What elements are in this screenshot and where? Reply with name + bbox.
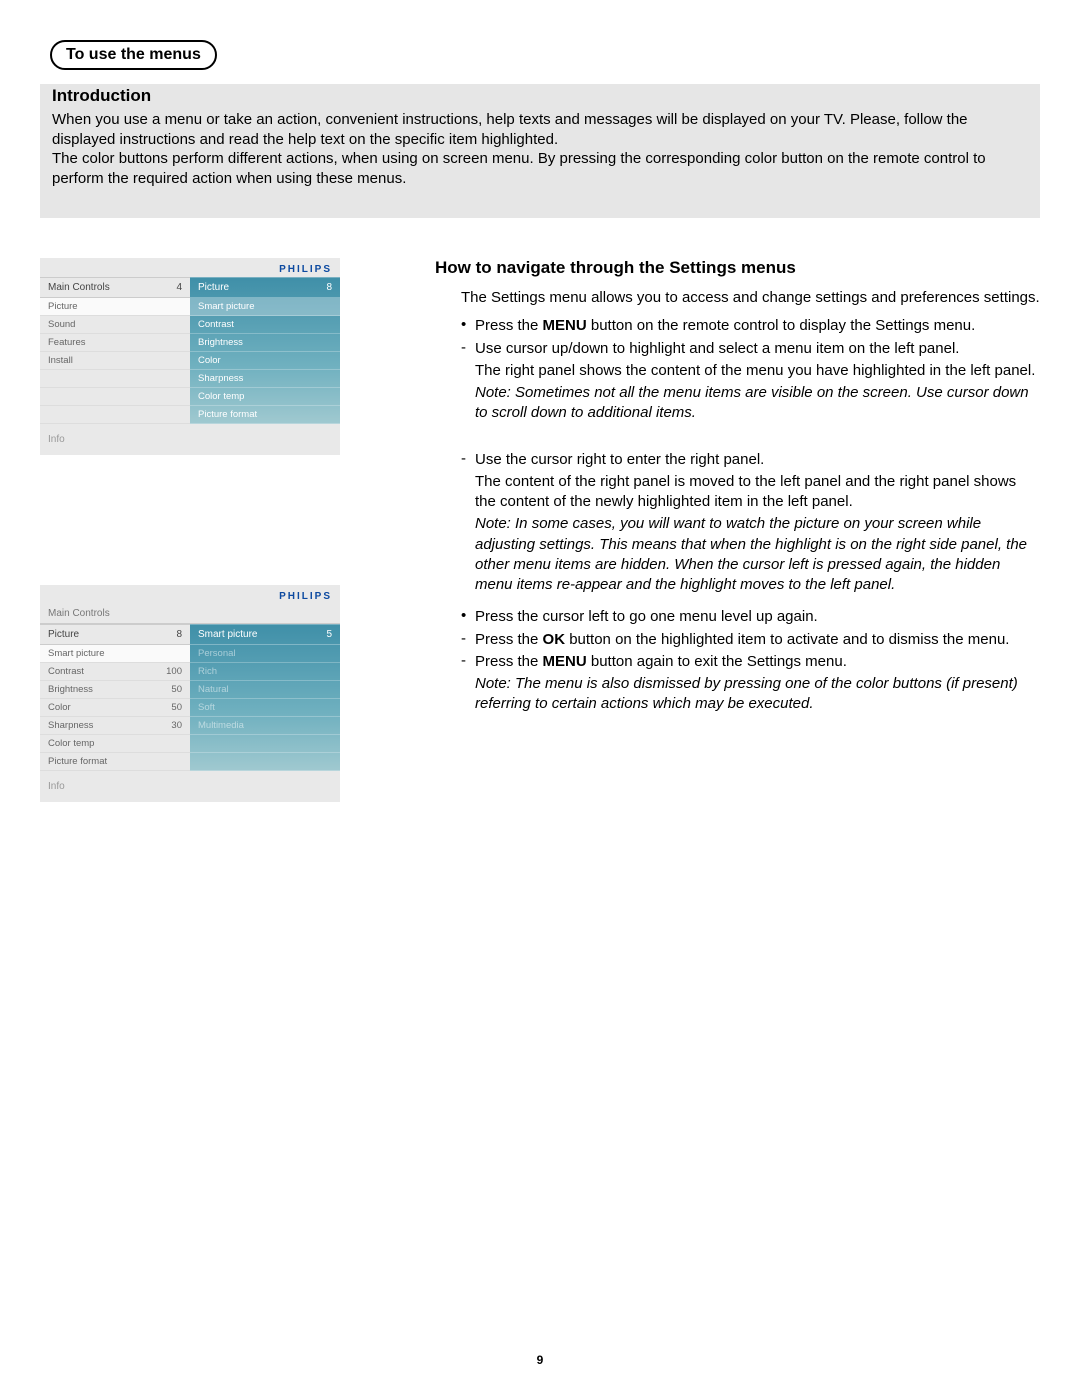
- philips-logo: PHILIPS: [279, 591, 332, 602]
- shot2-right-item: Personal: [198, 648, 236, 659]
- shot2-right-item: Multimedia: [198, 720, 244, 731]
- shot2-breadcrumb: Main Controls: [40, 604, 340, 624]
- shot1-left-item: Sound: [48, 319, 75, 330]
- nav-bullet-2: • Press the cursor left to go one menu l…: [461, 607, 1040, 627]
- shot1-info-label: Info: [40, 424, 340, 445]
- introduction-paragraph-1: When you use a menu or take an action, c…: [52, 110, 1028, 149]
- instructions-column: How to navigate through the Settings men…: [395, 258, 1040, 802]
- shot2-left-item: Sharpness: [48, 720, 93, 731]
- shot1-right-item: Picture format: [198, 409, 257, 420]
- shot2-left-count: 8: [176, 629, 182, 640]
- shot2-left-item: Smart picture: [48, 648, 105, 659]
- nav-follow-1: The right panel shows the content of the…: [475, 361, 1040, 381]
- shot2-right-item: Soft: [198, 702, 215, 713]
- shot2-info-label: Info: [40, 771, 340, 792]
- shot1-right-item: Smart picture: [198, 301, 255, 312]
- nav-note-3: Note: The menu is also dismissed by pres…: [475, 674, 1040, 715]
- nav-dash-4: - Press the MENU button again to exit th…: [461, 652, 1040, 672]
- shot1-right-item: Sharpness: [198, 373, 243, 384]
- shot2-left-item: Color temp: [48, 738, 94, 749]
- nav-dash-3: - Press the OK button on the highlighted…: [461, 630, 1040, 650]
- section-title-badge: To use the menus: [50, 40, 217, 70]
- nav-follow-2: The content of the right panel is moved …: [475, 472, 1040, 513]
- shot1-right-item: Brightness: [198, 337, 243, 348]
- introduction-heading: Introduction: [52, 84, 1028, 106]
- shot1-left-count: 4: [176, 282, 182, 293]
- shot2-right-title: Smart picture: [198, 629, 257, 640]
- page-number: 9: [0, 1353, 1080, 1367]
- screenshot-main-controls: PHILIPS Main Controls 4 Picture Sound Fe…: [40, 258, 340, 455]
- introduction-block: Introduction When you use a menu or take…: [40, 84, 1040, 218]
- shot2-right-item: Natural: [198, 684, 229, 695]
- introduction-paragraph-2: The color buttons perform different acti…: [52, 149, 1028, 188]
- shot1-left-item: Features: [48, 337, 86, 348]
- shot1-right-title: Picture: [198, 282, 229, 293]
- shot2-left-title: Picture: [48, 629, 79, 640]
- philips-logo: PHILIPS: [279, 264, 332, 275]
- shot2-right-count: 5: [326, 629, 332, 640]
- nav-dash-2: - Use the cursor right to enter the righ…: [461, 450, 1040, 470]
- shot2-left-item: Brightness: [48, 684, 93, 695]
- nav-bullet-1: • Press the MENU button on the remote co…: [461, 316, 1040, 336]
- shot1-right-count: 8: [326, 282, 332, 293]
- shot1-left-item: Picture: [48, 301, 78, 312]
- shot2-left-item: Picture format: [48, 756, 107, 767]
- shot1-left-item: Install: [48, 355, 73, 366]
- shot2-left-item: Color: [48, 702, 71, 713]
- shot1-left-title: Main Controls: [48, 282, 110, 293]
- shot1-right-item: Contrast: [198, 319, 234, 330]
- nav-note-2: Note: In some cases, you will want to wa…: [475, 514, 1040, 595]
- shot1-right-item: Color: [198, 355, 221, 366]
- screenshot-picture-submenu: PHILIPS Main Controls Picture 8 Smart pi…: [40, 585, 340, 802]
- shot1-right-item: Color temp: [198, 391, 244, 402]
- nav-heading: How to navigate through the Settings men…: [435, 258, 1040, 278]
- nav-dash-1: - Use cursor up/down to highlight and se…: [461, 339, 1040, 359]
- shot2-left-item: Contrast: [48, 666, 84, 677]
- nav-lead: The Settings menu allows you to access a…: [461, 288, 1040, 308]
- shot2-right-item: Rich: [198, 666, 217, 677]
- nav-note-1: Note: Sometimes not all the menu items a…: [475, 383, 1040, 424]
